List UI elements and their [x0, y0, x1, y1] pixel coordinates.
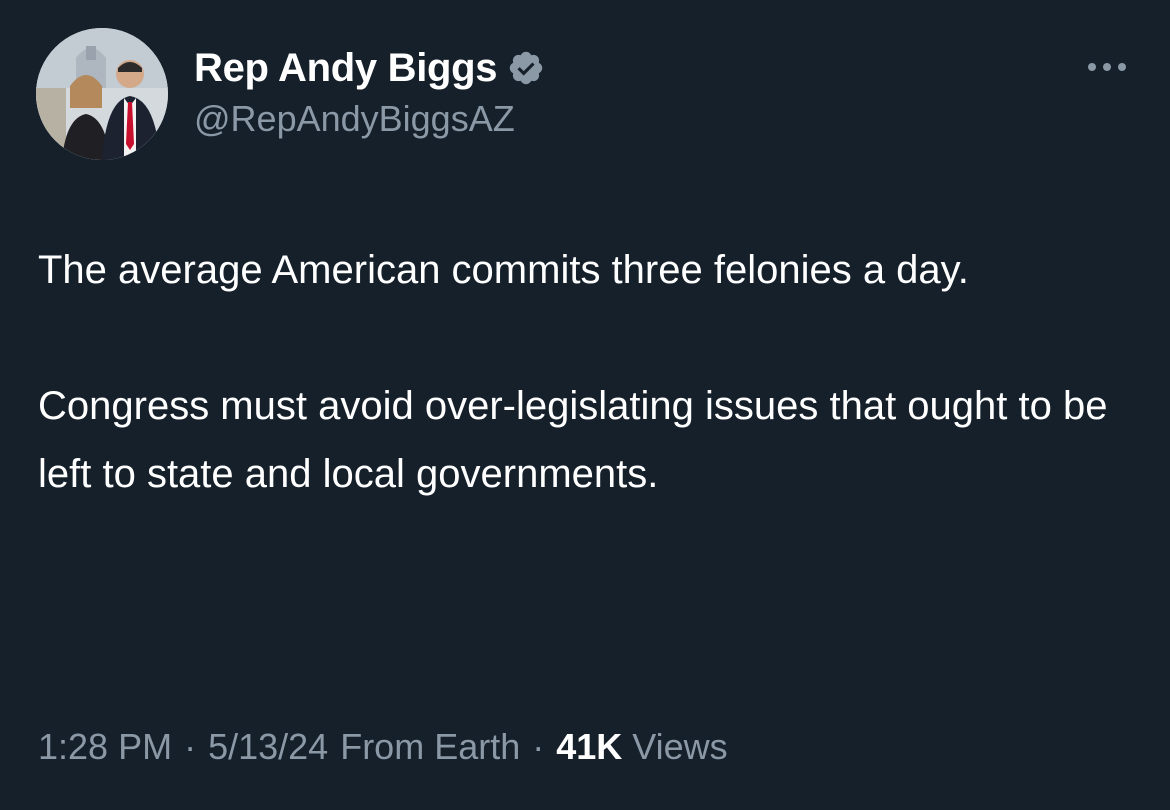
views-count[interactable]: 41K [556, 726, 622, 768]
tweet-paragraph: Congress must avoid over-legislating iss… [38, 384, 1108, 496]
author-block: Rep Andy Biggs @RepAndyBiggsAZ [194, 40, 545, 140]
tweet-text: The average American commits three felon… [38, 236, 1138, 508]
tweet-paragraph: The average American commits three felon… [38, 248, 969, 292]
author-handle[interactable]: @RepAndyBiggsAZ [194, 98, 545, 140]
tweet-card: Rep Andy Biggs @RepAndyBiggsAZ The avera… [0, 0, 1170, 810]
tweet-meta: 1:28 PM · 5/13/24 From Earth · 41K Views [38, 726, 728, 768]
views-label: Views [632, 726, 728, 767]
meta-separator: · [532, 726, 545, 767]
tweet-source: From Earth [340, 726, 521, 767]
name-row: Rep Andy Biggs [194, 40, 545, 96]
tweet-time[interactable]: 1:28 PM [38, 726, 172, 768]
meta-separator: · [184, 726, 197, 767]
author-display-name[interactable]: Rep Andy Biggs [194, 46, 498, 91]
avatar-photo-icon [36, 28, 168, 160]
verified-badge-icon [507, 49, 545, 87]
tweet-date[interactable]: 5/13/24 [208, 726, 328, 768]
more-options-icon[interactable] [1084, 52, 1130, 82]
author-avatar[interactable] [36, 28, 168, 160]
